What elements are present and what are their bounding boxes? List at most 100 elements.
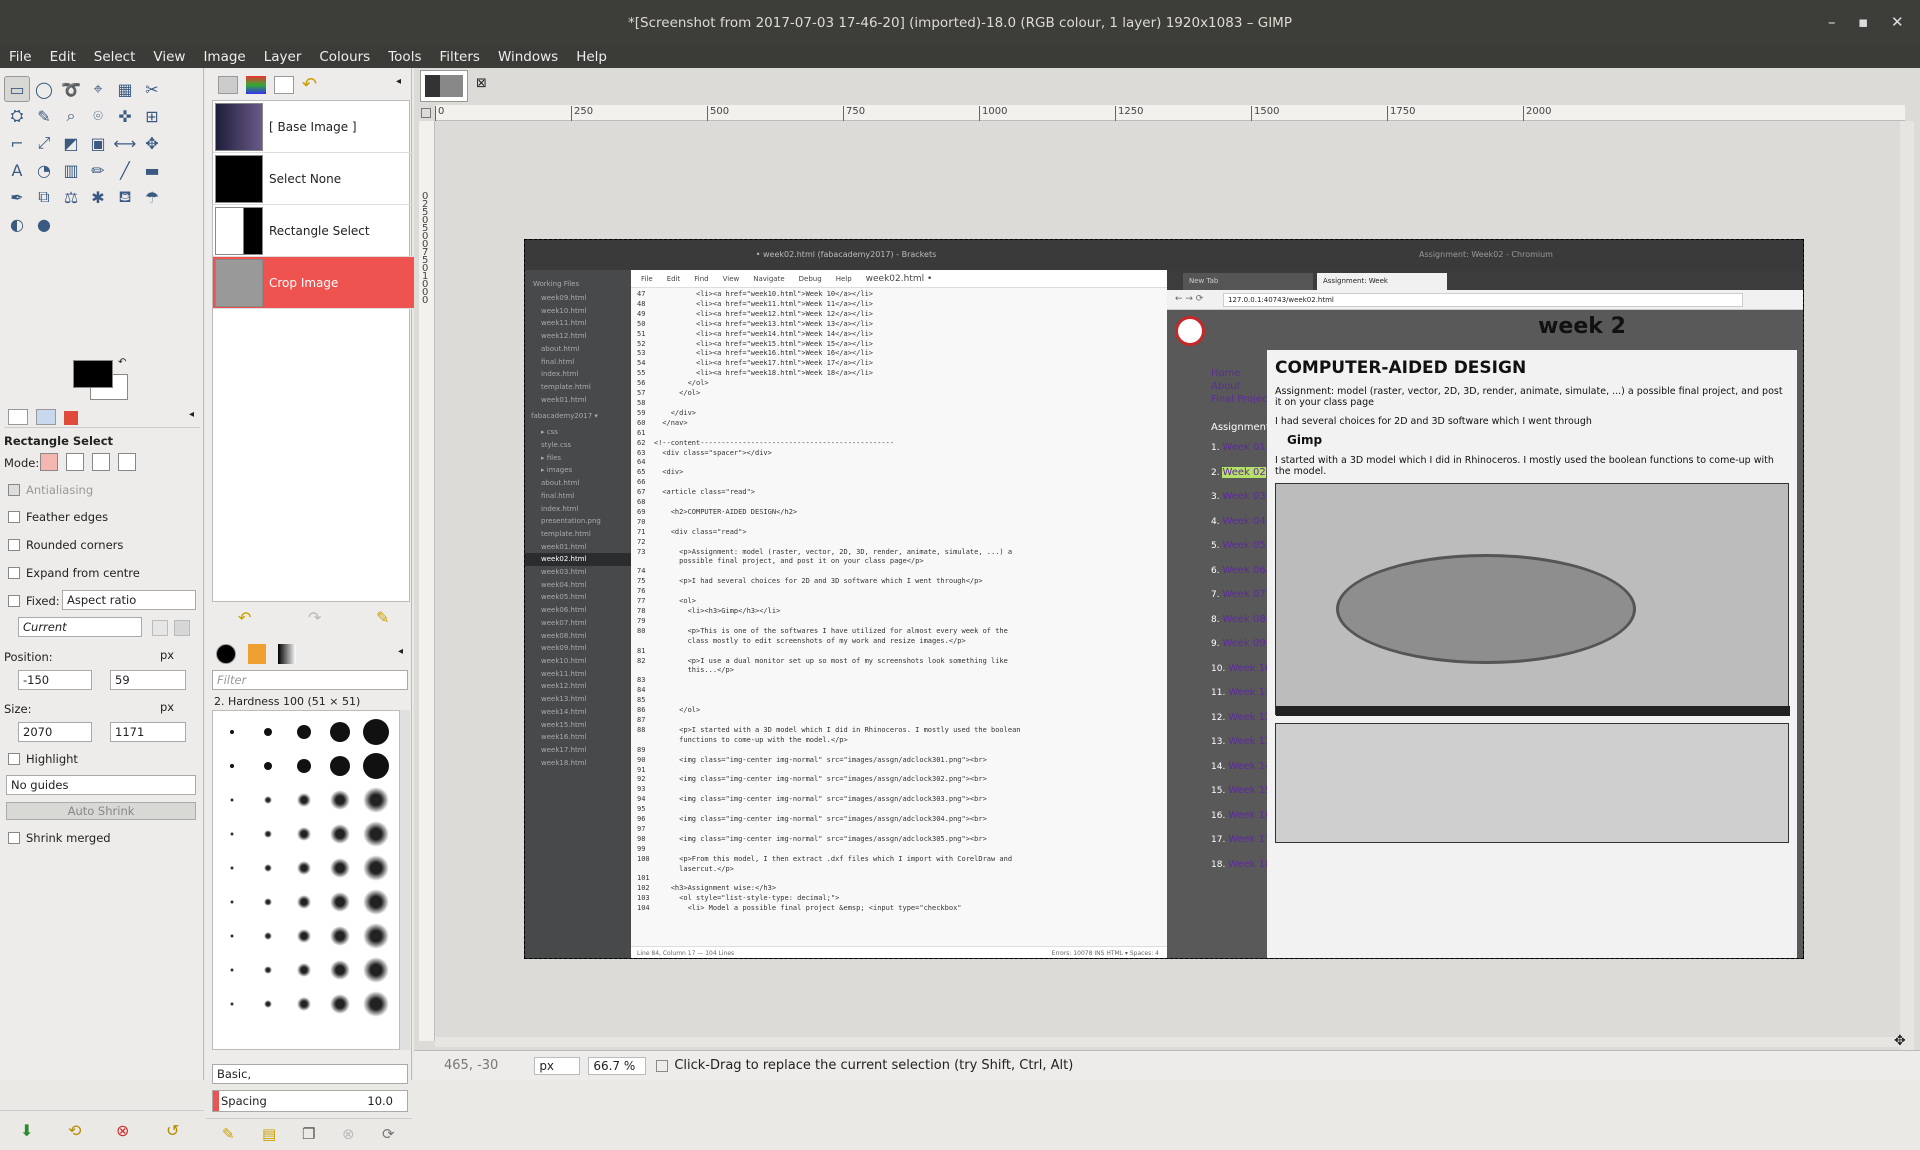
brush-scrollbar[interactable] [400,710,410,1050]
menu-image[interactable]: Image [194,49,254,65]
tree-file[interactable]: week13.html [525,693,631,706]
pos-y-input[interactable]: 59 [110,670,186,690]
zoom-select[interactable]: 66.7 % [588,1056,647,1075]
edit-brush-icon[interactable]: ✎ [222,1125,235,1143]
brush-swatch[interactable] [230,934,234,938]
expand-checkbox[interactable] [8,567,20,579]
tree-file[interactable]: week01.html [525,541,631,554]
brush-swatch[interactable] [330,926,350,946]
menu-edit[interactable]: Edit [41,49,85,65]
brush-swatch[interactable] [264,1000,272,1008]
color-picker-tool-icon[interactable]: ⌕ [58,103,84,129]
ellipse-select-tool-icon[interactable]: ◯ [31,76,57,102]
working-file[interactable]: final.html [525,356,631,369]
heal-tool-icon[interactable]: ✱ [85,184,111,210]
brush-swatch[interactable] [297,827,311,841]
configure-tab-icon[interactable]: ◂ [189,409,194,420]
week-link[interactable]: Week 11 [1228,687,1271,698]
size-w-input[interactable]: 2070 [18,722,92,742]
minimize-icon[interactable]: – [1828,13,1836,31]
brush-swatch[interactable] [363,753,389,779]
mode-add-button[interactable] [66,453,84,471]
zoom-tool-icon[interactable]: ⌾ [85,103,111,129]
working-file[interactable]: week12.html [525,330,631,343]
patterns-tab[interactable] [248,644,266,664]
tree-file[interactable]: week17.html [525,744,631,757]
brush-swatch[interactable] [230,968,234,972]
working-file[interactable]: week10.html [525,305,631,318]
brush-swatch[interactable] [230,832,234,836]
week-link[interactable]: Week 06 [1222,565,1265,576]
working-file[interactable]: week11.html [525,317,631,330]
brush-swatch[interactable] [264,728,272,736]
week-item[interactable]: 1. Week 01 [1211,442,1272,467]
perspective-tool-icon[interactable]: ✥ [139,130,165,156]
week-item[interactable]: 9. Week 09 [1211,638,1272,663]
tree-file[interactable]: ▸ css [525,426,631,439]
refresh-brushes-icon[interactable]: ⟳ [382,1125,395,1143]
image-canvas[interactable]: • week02.html (fabacademy2017) - Bracket… [524,239,1804,959]
brush-swatch[interactable] [264,898,272,906]
week-link[interactable]: Week 13 [1228,736,1271,747]
dock-configure-icon[interactable]: ◂ [396,76,401,87]
close-image-tab-icon[interactable]: ⊠ [476,76,487,91]
mode-replace-button[interactable] [40,453,58,471]
week-item[interactable]: 18. Week 18 [1211,859,1272,884]
tree-file[interactable]: presentation.png [525,515,631,528]
pos-x-input[interactable]: -150 [18,670,92,690]
mode-intersect-button[interactable] [118,453,136,471]
eraser-tool-icon[interactable]: ▬ [139,157,165,183]
week-item[interactable]: 13. Week 13 [1211,736,1272,761]
menu-select[interactable]: Select [85,49,145,65]
fuzzy-select-tool-icon[interactable]: ⌖ [85,76,111,102]
shrink-merged-checkbox[interactable] [8,832,20,844]
editor-menu-item[interactable]: Help [836,275,852,283]
menu-windows[interactable]: Windows [489,49,567,65]
editor-menu-item[interactable]: Navigate [753,275,784,283]
week-link[interactable]: Week 08 [1222,614,1265,625]
brush-swatch[interactable] [330,756,350,776]
bucket-tool-icon[interactable]: ◔ [31,157,57,183]
clone-tool-icon[interactable]: ⚖ [58,184,84,210]
fixed-select[interactable]: Aspect ratio [62,590,196,610]
week-link[interactable]: Week 09 [1222,638,1265,649]
spacing-slider[interactable]: Spacing 10.0 [212,1090,408,1112]
week-link[interactable]: Week 16 [1228,810,1271,821]
brush-swatch[interactable] [230,866,234,870]
brush-swatch[interactable] [330,790,350,810]
auto-shrink-button[interactable]: Auto Shrink [6,802,196,820]
free-select-tool-icon[interactable]: ➰ [58,76,84,102]
brush-swatch[interactable] [330,722,350,742]
brush-swatch[interactable] [363,957,389,983]
reset-options-icon[interactable]: ↺ [166,1121,179,1140]
save-options-icon[interactable]: ⬇ [20,1121,33,1140]
brush-swatch[interactable] [264,932,272,940]
brush-swatch[interactable] [363,855,389,881]
brush-swatch[interactable] [230,798,234,802]
week-item[interactable]: 2. Week 02 [1211,466,1272,492]
working-file[interactable]: index.html [525,368,631,381]
week-link[interactable]: Week 07 [1222,589,1265,600]
brush-swatch[interactable] [264,762,272,770]
tree-file[interactable]: week16.html [525,731,631,744]
tree-file[interactable]: week07.html [525,617,631,630]
working-file[interactable]: week01.html [525,394,631,407]
week-item[interactable]: 15. Week 15 [1211,785,1272,810]
mode-subtract-button[interactable] [92,453,110,471]
color-select-tool-icon[interactable]: ▦ [112,76,138,102]
tree-file[interactable]: ▸ files [525,452,631,465]
tree-file[interactable]: ▸ images [525,464,631,477]
week-link[interactable]: Week 14 [1228,761,1271,772]
size-unit[interactable]: px [156,698,196,718]
week-link[interactable]: Week 10 [1228,663,1271,674]
undo-item-selected[interactable]: Crop Image [213,257,414,309]
brush-swatch[interactable] [297,759,311,773]
channels-tab[interactable] [246,76,266,94]
duplicate-brush-icon[interactable]: ❐ [302,1125,315,1143]
week-item[interactable]: 5. Week 05 [1211,540,1272,565]
week-link[interactable]: Week 12 [1228,712,1271,723]
antialiasing-checkbox[interactable] [8,484,20,496]
close-icon[interactable]: ✕ [1891,13,1904,31]
brush-swatch[interactable] [230,1002,234,1006]
week-item[interactable]: 14. Week 14 [1211,761,1272,786]
